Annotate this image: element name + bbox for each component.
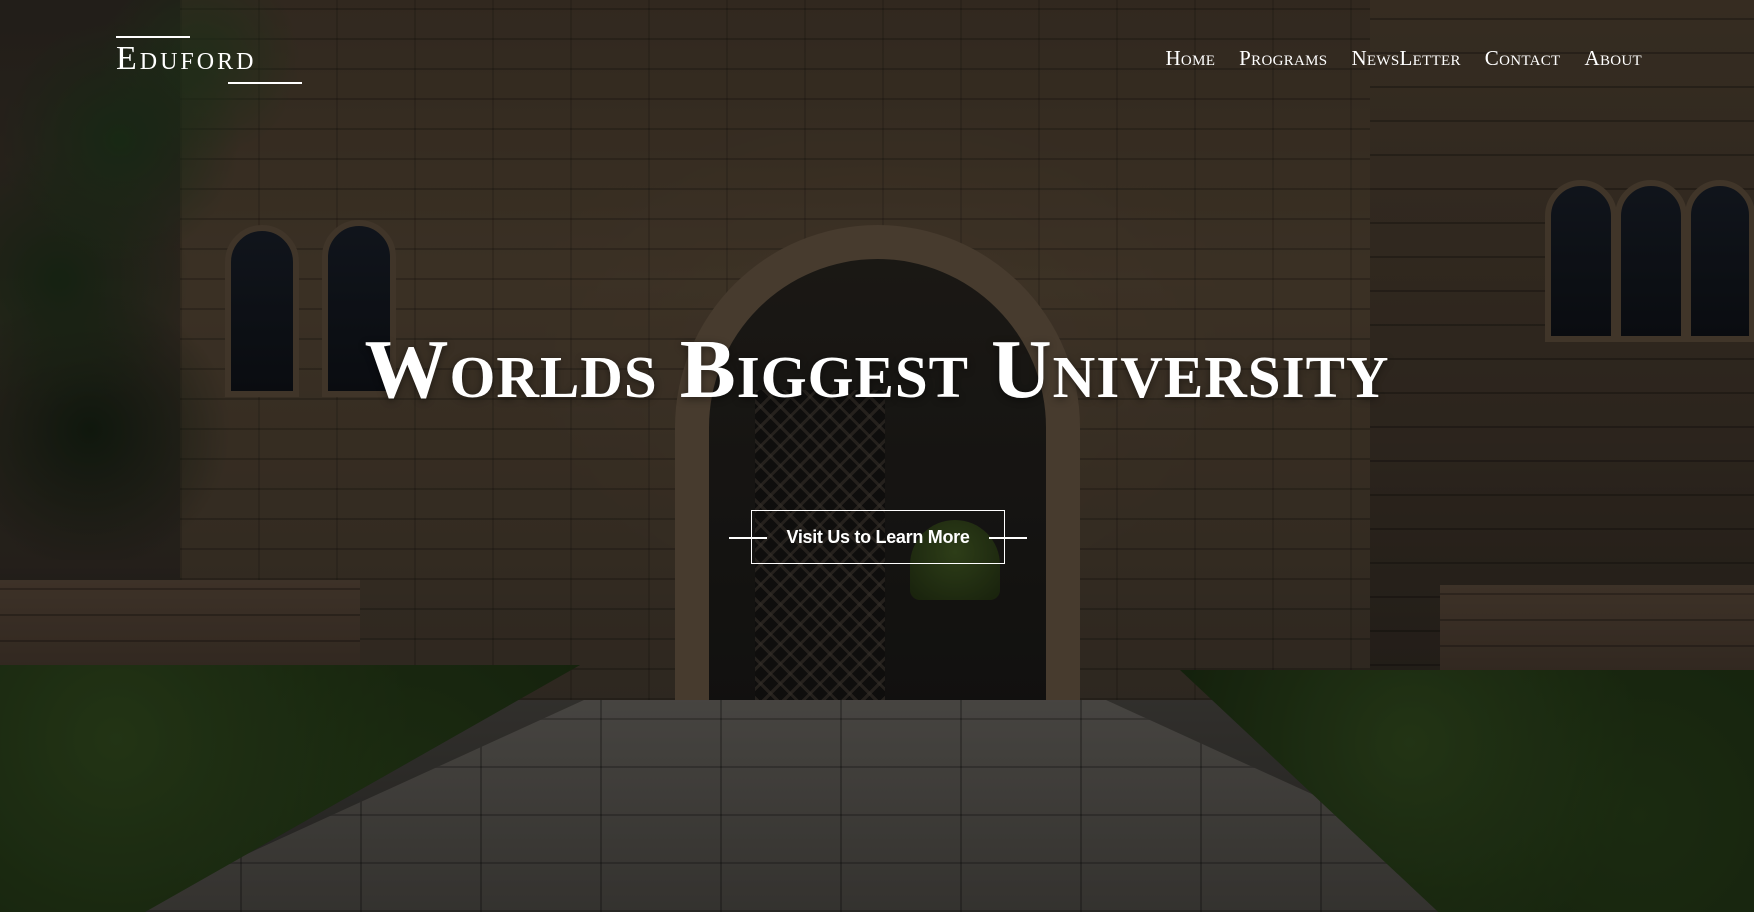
logo-rule-bottom bbox=[228, 82, 302, 84]
cta-container: Visit Us to Learn More bbox=[729, 510, 1027, 566]
dark-overlay bbox=[0, 0, 1754, 912]
nav-item-home[interactable]: Home bbox=[1165, 46, 1215, 71]
nav-item-contact[interactable]: Contact bbox=[1485, 46, 1561, 71]
page: Eduford Home Programs NewsLetter Contact… bbox=[0, 0, 1754, 912]
logo-text: Eduford bbox=[116, 40, 257, 77]
logo-rule-top bbox=[116, 36, 190, 38]
visit-us-button[interactable]: Visit Us to Learn More bbox=[751, 510, 1005, 564]
nav-item-programs[interactable]: Programs bbox=[1239, 46, 1327, 71]
cta-decor-line-right bbox=[989, 537, 1027, 539]
nav-item-newsletter[interactable]: NewsLetter bbox=[1351, 46, 1460, 71]
nav-item-about[interactable]: About bbox=[1585, 46, 1643, 71]
main-nav: Home Programs NewsLetter Contact About bbox=[1165, 46, 1642, 71]
site-logo[interactable]: Eduford bbox=[116, 36, 302, 84]
hero-title: Worlds Biggest University bbox=[364, 323, 1390, 416]
